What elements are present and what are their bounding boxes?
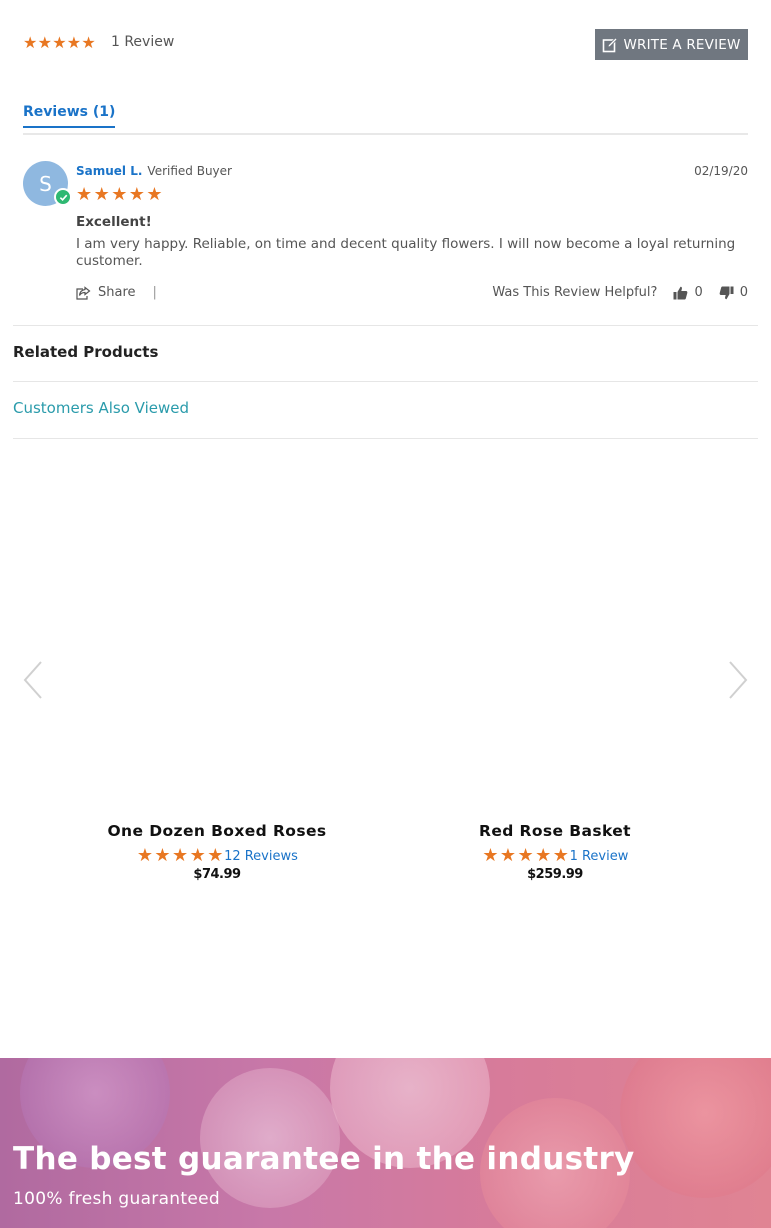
verified-badge — [54, 188, 72, 206]
product-card[interactable]: Red Rose Basket ★ ★ ★ ★ ★ 1 Review $259.… — [390, 822, 720, 882]
star-icon: ★ — [136, 845, 153, 866]
star-icon: ★ — [146, 184, 163, 205]
tab-reviews[interactable]: Reviews (1) — [23, 104, 116, 128]
star-icon: ★ — [172, 845, 189, 866]
reviewer-name: Samuel L. — [76, 164, 143, 178]
review-stars: ★ ★ ★ ★ ★ — [76, 186, 164, 204]
tab-customers-also-viewed[interactable]: Customers Also Viewed — [13, 399, 189, 417]
star-icon: ★ — [552, 845, 569, 866]
chevron-right-icon[interactable] — [726, 660, 750, 700]
star-icon: ★ — [52, 33, 67, 52]
thumbs-up-icon — [673, 286, 688, 299]
star-icon: ★ — [37, 33, 52, 52]
avatar-initial: S — [39, 171, 52, 196]
edit-icon — [603, 36, 619, 52]
star-icon: ★ — [66, 33, 82, 52]
review-count[interactable]: 1 Review — [111, 34, 174, 50]
divider — [13, 381, 758, 382]
product-reviews-link[interactable]: 12 Reviews — [224, 849, 298, 864]
guarantee-banner: The best guarantee in the industry 100% … — [0, 1058, 771, 1228]
thumbs-up-button[interactable]: 0 — [673, 285, 703, 300]
divider — [13, 325, 758, 326]
separator: | — [152, 285, 157, 300]
related-products-title: Related Products — [13, 343, 159, 361]
star-icon: ★ — [482, 845, 499, 866]
banner-title: The best guarantee in the industry — [13, 1141, 635, 1177]
rose-image — [620, 1058, 771, 1198]
reviewer-info: Samuel L. Verified Buyer — [76, 164, 232, 178]
share-button[interactable]: Share | — [76, 285, 157, 300]
product-rating: ★ ★ ★ ★ ★ 12 Reviews — [52, 847, 382, 865]
thumbs-down-icon — [719, 286, 734, 299]
star-icon: ★ — [128, 184, 145, 205]
summary-stars: ★ ★ ★ ★ ★ — [23, 35, 96, 51]
star-icon: ★ — [76, 184, 93, 205]
product-name[interactable]: Red Rose Basket — [390, 822, 720, 840]
review-body: I am very happy. Reliable, on time and d… — [76, 236, 736, 269]
helpful-label: Was This Review Helpful? — [492, 285, 658, 300]
review-tabs: Reviews (1) — [23, 100, 748, 135]
product-price: $74.99 — [193, 867, 241, 882]
star-icon: ★ — [535, 845, 552, 866]
review-summary: ★ ★ ★ ★ ★ 1 Review — [23, 34, 174, 51]
star-icon: ★ — [23, 33, 38, 52]
product-rating: ★ ★ ★ ★ ★ 1 Review — [390, 847, 720, 865]
check-icon — [59, 194, 67, 201]
review-title: Excellent! — [76, 214, 152, 230]
share-icon — [76, 285, 91, 300]
star-icon: ★ — [207, 845, 224, 866]
star-icon: ★ — [93, 184, 110, 205]
thumbs-down-count: 0 — [739, 285, 748, 300]
verified-buyer-label: Verified Buyer — [147, 164, 232, 178]
star-icon: ★ — [81, 33, 96, 52]
star-icon: ★ — [111, 184, 128, 205]
product-name[interactable]: One Dozen Boxed Roses — [52, 822, 382, 840]
rose-image — [200, 1068, 340, 1208]
thumbs-up-count: 0 — [694, 285, 703, 300]
product-card[interactable]: One Dozen Boxed Roses ★ ★ ★ ★ ★ 12 Revie… — [52, 822, 382, 882]
write-review-button[interactable]: WRITE A REVIEW — [595, 29, 748, 60]
review-date: 02/19/20 — [694, 164, 748, 178]
star-icon: ★ — [154, 845, 171, 866]
share-label: Share — [98, 285, 136, 300]
product-price: $259.99 — [527, 867, 583, 882]
star-icon: ★ — [517, 845, 534, 866]
divider — [13, 438, 758, 439]
star-icon: ★ — [189, 845, 206, 866]
product-reviews-link[interactable]: 1 Review — [570, 849, 629, 864]
banner-subtitle: 100% fresh guaranteed — [13, 1189, 220, 1209]
helpful-votes: Was This Review Helpful? 0 0 — [492, 285, 748, 300]
thumbs-down-button[interactable]: 0 — [719, 285, 748, 300]
chevron-left-icon[interactable] — [21, 660, 45, 700]
star-icon: ★ — [499, 845, 517, 866]
write-review-label: WRITE A REVIEW — [623, 36, 741, 53]
